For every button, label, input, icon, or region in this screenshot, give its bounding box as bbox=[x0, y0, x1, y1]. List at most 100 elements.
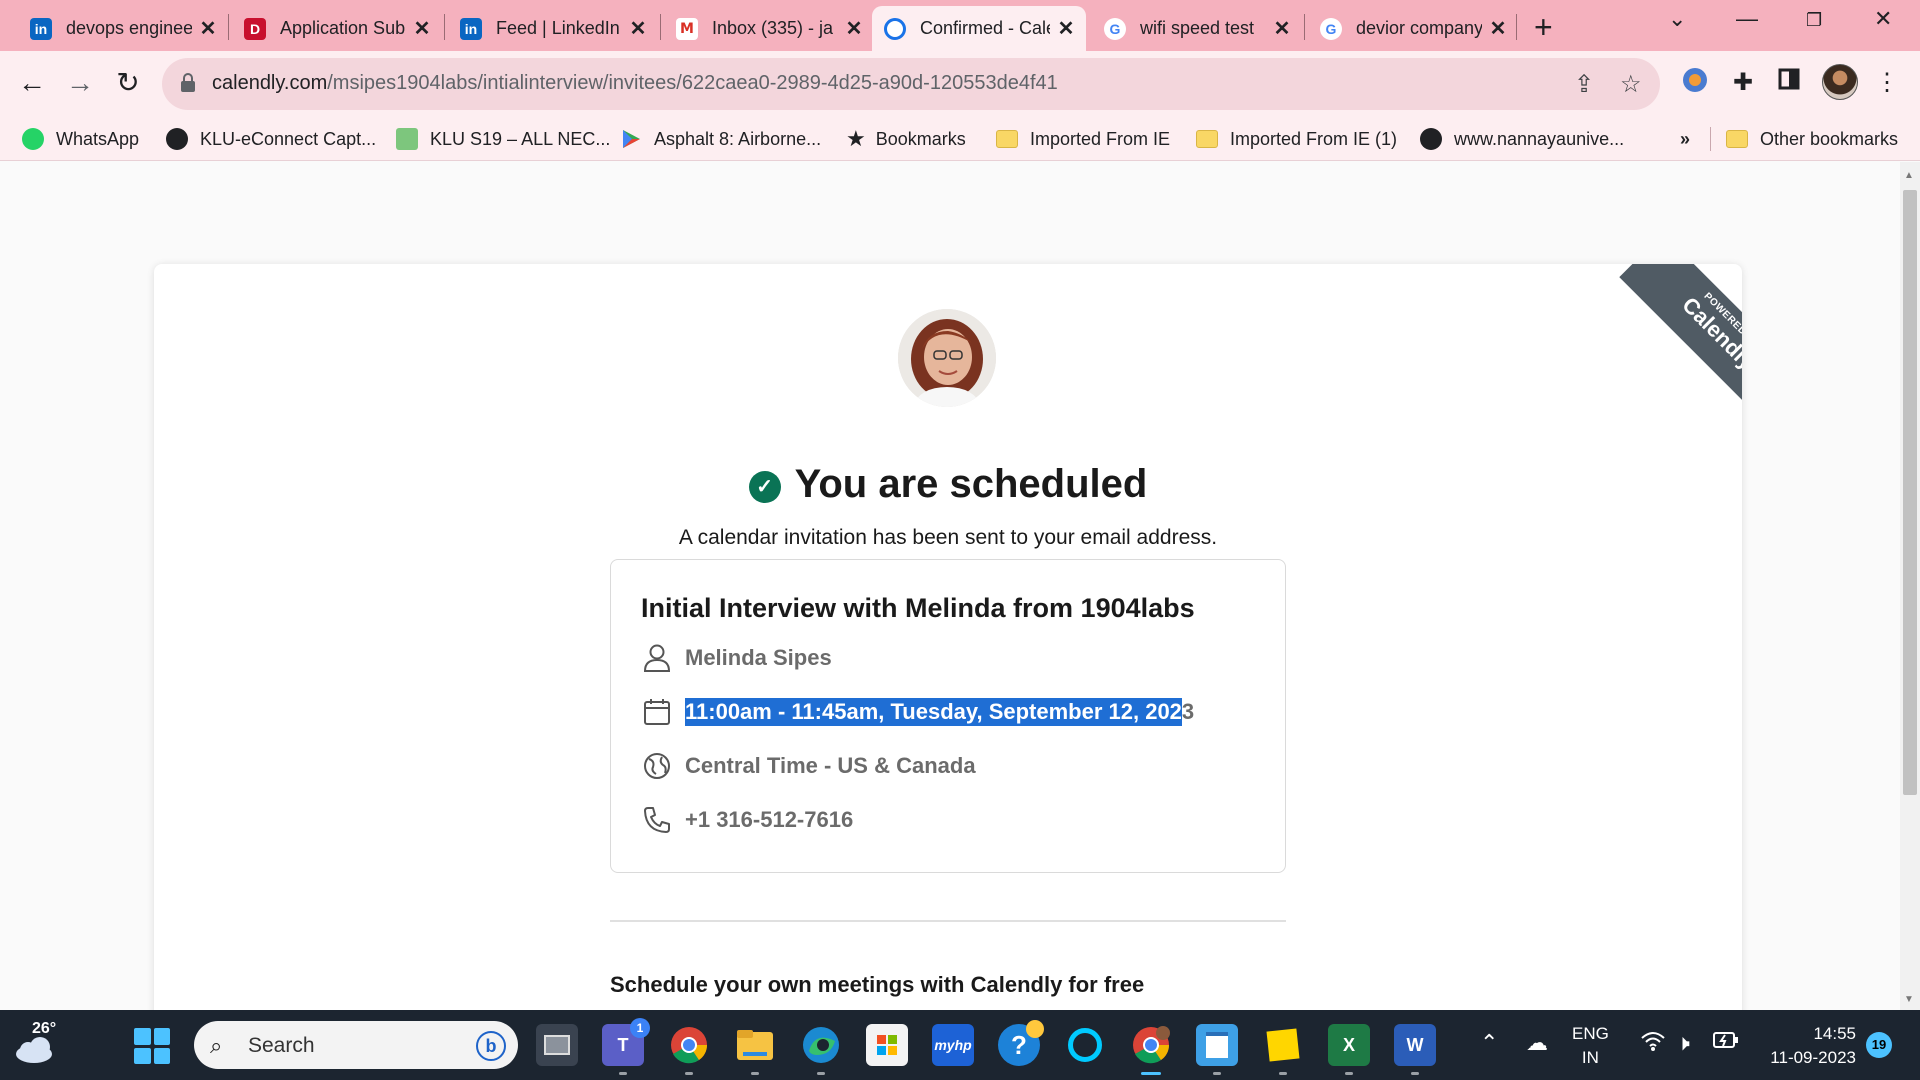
close-icon[interactable]: ✕ bbox=[1488, 16, 1508, 41]
bookmark-asphalt[interactable]: Asphalt 8: Airborne... bbox=[620, 125, 821, 153]
tab-devior[interactable]: G devior company ✕ bbox=[1308, 6, 1518, 51]
notepad-icon[interactable] bbox=[1196, 1024, 1238, 1075]
tab-separator bbox=[228, 14, 229, 40]
close-icon[interactable]: ✕ bbox=[1056, 16, 1076, 41]
scroll-down-icon[interactable]: ▼ bbox=[1904, 994, 1914, 1005]
scroll-up-icon[interactable]: ▲ bbox=[1904, 170, 1914, 181]
myhp-icon[interactable]: myhp bbox=[932, 1024, 974, 1066]
page-scrollbar[interactable]: ▲ ▼ bbox=[1900, 162, 1920, 1010]
reload-button[interactable]: ↻ bbox=[110, 65, 146, 101]
bookmark-imported-ie[interactable]: Imported From IE bbox=[996, 125, 1170, 153]
application-icon: D bbox=[244, 17, 266, 40]
globe-icon bbox=[1420, 128, 1442, 150]
speaker-muted-icon[interactable]: 🕨 bbox=[1676, 1030, 1690, 1056]
bookmark-bookmarks[interactable]: ★ Bookmarks bbox=[846, 125, 966, 153]
side-panel-icon[interactable] bbox=[1772, 66, 1806, 100]
close-window-button[interactable]: ✕ bbox=[1874, 6, 1892, 32]
task-view-icon[interactable] bbox=[536, 1024, 578, 1066]
bookmark-imported-ie-1[interactable]: Imported From IE (1) bbox=[1196, 125, 1397, 153]
clock-date: 11-09-2023 bbox=[1770, 1048, 1856, 1067]
bookmark-whatsapp[interactable]: WhatsApp bbox=[22, 125, 139, 153]
bookmark-label: Bookmarks bbox=[875, 128, 966, 149]
search-placeholder: Search bbox=[248, 1034, 315, 1057]
lock-icon bbox=[181, 73, 195, 92]
close-icon[interactable]: ✕ bbox=[628, 16, 648, 41]
file-explorer-icon[interactable] bbox=[734, 1024, 776, 1075]
back-button[interactable]: ← bbox=[14, 65, 50, 101]
system-clock[interactable]: 14:55 11-09-2023 bbox=[1756, 1022, 1856, 1070]
clock-time: 14:55 bbox=[1813, 1024, 1856, 1043]
restore-button[interactable]: ❐ bbox=[1806, 10, 1822, 31]
tab-title: Inbox (335) - ja bbox=[712, 18, 834, 38]
edge-icon[interactable] bbox=[800, 1024, 842, 1075]
tab-wifi-speed[interactable]: G wifi speed test ✕ bbox=[1092, 6, 1302, 51]
taskbar-search[interactable]: ⌕ Search b bbox=[194, 1021, 518, 1069]
bookmark-star-icon[interactable]: ☆ bbox=[1620, 70, 1642, 99]
wifi-icon[interactable] bbox=[1640, 1030, 1666, 1058]
profile-avatar[interactable] bbox=[1822, 64, 1858, 100]
temperature: 26° bbox=[32, 1020, 57, 1037]
sticky-notes-icon[interactable] bbox=[1262, 1024, 1304, 1075]
minimize-button[interactable]: — bbox=[1736, 6, 1758, 32]
tab-title: Feed | LinkedIn bbox=[496, 18, 620, 38]
star-icon: ★ bbox=[846, 126, 866, 151]
extension-icon[interactable] bbox=[1678, 66, 1712, 100]
close-icon[interactable]: ✕ bbox=[412, 16, 432, 41]
tab-strip: in devops engineer ✕ D Application Submi… bbox=[0, 0, 1920, 51]
bookmark-klu-econnect[interactable]: KLU-eConnect Capt... bbox=[166, 125, 376, 153]
linkedin-icon: in bbox=[30, 17, 52, 40]
excel-icon[interactable]: X bbox=[1328, 1024, 1370, 1075]
tab-gmail[interactable]: M Inbox (335) - ja ✕ bbox=[664, 6, 874, 51]
notification-badge[interactable]: 19 bbox=[1866, 1032, 1892, 1058]
google-icon: G bbox=[1320, 17, 1342, 40]
help-icon[interactable]: ? bbox=[998, 1020, 1044, 1066]
chrome-icon[interactable] bbox=[668, 1024, 710, 1075]
bookmark-label: KLU-eConnect Capt... bbox=[200, 128, 377, 149]
close-icon[interactable]: ✕ bbox=[1272, 16, 1292, 41]
url-domain: calendly.com bbox=[212, 72, 328, 94]
folder-icon bbox=[1726, 130, 1748, 148]
onedrive-cloud-icon[interactable]: ☁ bbox=[1526, 1030, 1548, 1056]
tab-linkedin-feed[interactable]: in Feed | LinkedIn ✕ bbox=[448, 6, 658, 51]
powered-by-ribbon[interactable]: POWERED BY Calendly bbox=[1589, 264, 1742, 422]
scrollbar-thumb[interactable] bbox=[1903, 190, 1917, 795]
address-bar[interactable]: calendly.com/msipes1904labs/intialinterv… bbox=[162, 58, 1660, 110]
event-details-box: Initial Interview with Melinda from 1904… bbox=[610, 559, 1286, 873]
start-button[interactable] bbox=[134, 1028, 170, 1064]
windows-taskbar: 26° ⌕ Search b T1 myhp ? X W ⌃ ☁ ENG IN … bbox=[0, 1010, 1920, 1080]
region-code: IN bbox=[1581, 1048, 1599, 1067]
new-tab-button[interactable]: + bbox=[1534, 9, 1553, 46]
forward-button[interactable]: → bbox=[62, 65, 98, 101]
teams-icon[interactable]: T1 bbox=[602, 1018, 650, 1075]
tab-calendly[interactable]: Confirmed - Calendly ✕ bbox=[872, 6, 1086, 51]
word-icon[interactable]: W bbox=[1394, 1024, 1436, 1075]
menu-icon[interactable]: ⋮ bbox=[1870, 66, 1904, 100]
tab-search-icon[interactable]: ⌄ bbox=[1668, 6, 1686, 32]
bookmarks-overflow-button[interactable]: » bbox=[1680, 125, 1690, 153]
other-bookmarks[interactable]: Other bookmarks bbox=[1726, 125, 1898, 153]
calendly-icon bbox=[884, 17, 906, 40]
share-icon[interactable]: ⇪ bbox=[1574, 70, 1594, 99]
close-icon[interactable]: ✕ bbox=[198, 16, 218, 41]
language-indicator[interactable]: ENG IN bbox=[1572, 1022, 1609, 1070]
bookmark-nannaya[interactable]: www.nannayaunive... bbox=[1420, 125, 1624, 153]
close-icon[interactable]: ✕ bbox=[844, 16, 864, 41]
datetime-selected-text: 11:00am - 11:45am, Tuesday, September 12… bbox=[685, 698, 1182, 726]
store-icon[interactable] bbox=[866, 1024, 908, 1066]
tab-title: wifi speed test bbox=[1140, 18, 1255, 38]
globe-icon bbox=[641, 750, 673, 782]
chrome-profile-icon[interactable] bbox=[1130, 1024, 1172, 1075]
extensions-puzzle-icon[interactable]: ✚ bbox=[1726, 66, 1760, 100]
tab-devops[interactable]: in devops engineer ✕ bbox=[18, 6, 228, 51]
battery-icon[interactable] bbox=[1712, 1030, 1740, 1056]
bing-icon[interactable]: b bbox=[476, 1031, 506, 1061]
bookmark-label: Asphalt 8: Airborne... bbox=[654, 128, 822, 149]
bookmark-klu-s19[interactable]: KLU S19 – ALL NEC... bbox=[396, 125, 610, 153]
tab-application[interactable]: D Application Submitted ✕ bbox=[232, 6, 442, 51]
show-hidden-icons[interactable]: ⌃ bbox=[1480, 1030, 1498, 1056]
confirmation-card: POWERED BY Calendly ✓ You are scheduled A… bbox=[154, 264, 1742, 1010]
phone-row: +1 316-512-7616 bbox=[641, 803, 853, 837]
bookmarks-bar: WhatsApp KLU-eConnect Capt... KLU S19 – … bbox=[0, 117, 1920, 161]
klu-icon bbox=[396, 128, 418, 150]
alexa-icon[interactable] bbox=[1064, 1024, 1106, 1066]
